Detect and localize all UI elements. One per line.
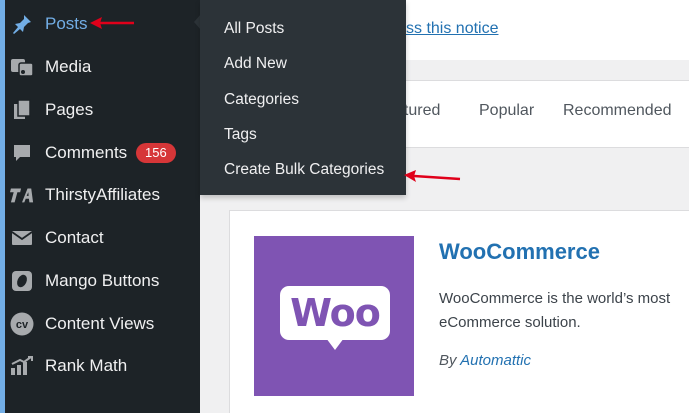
submenu-item-categories[interactable]: Categories (224, 91, 299, 109)
posts-submenu: All Posts Add New Categories Tags Create… (200, 0, 406, 195)
pages-icon (10, 98, 34, 122)
sidebar-item-label: Pages (45, 99, 94, 119)
sidebar-item-pages[interactable]: Pages (0, 88, 200, 131)
admin-sidebar: Posts Media Pages Comments 156 ThirstyAf… (0, 0, 201, 413)
content-views-icon: cv (10, 312, 34, 336)
tab-recommended[interactable]: Recommended (563, 102, 672, 120)
sidebar-item-label: Mango Buttons (45, 270, 160, 290)
dismiss-notice-link[interactable]: ss this notice (406, 20, 498, 38)
plugin-description: WooCommerce is the world’s most eCommerc… (439, 290, 671, 331)
sidebar-item-label: Media (45, 56, 92, 76)
sidebar-item-label: Posts (45, 13, 88, 33)
thirstyaffiliates-icon (10, 183, 34, 207)
author-prefix: By (439, 352, 461, 369)
mango-buttons-icon (10, 269, 34, 293)
plugin-author-link[interactable]: Automattic (460, 352, 531, 369)
woo-logo-text: Woo (290, 291, 381, 335)
svg-text:cv: cv (16, 319, 29, 331)
sidebar-item-label: ThirstyAffiliates (45, 184, 160, 204)
rank-math-icon (10, 354, 34, 378)
sidebar-item-contact[interactable]: Contact (0, 216, 200, 259)
plugin-name-link[interactable]: WooCommerce (439, 239, 600, 265)
pin-icon (10, 12, 34, 36)
woo-bubble-tail (326, 338, 344, 350)
sidebar-item-mango-buttons[interactable]: Mango Buttons (0, 259, 200, 302)
woocommerce-logo[interactable]: Woo (254, 236, 414, 396)
annotation-arrow-posts (90, 17, 134, 29)
submenu-item-tags[interactable]: Tags (224, 126, 257, 144)
woo-speech-bubble: Woo (280, 286, 390, 340)
comments-count-badge: 156 (136, 143, 176, 163)
sidebar-item-label: Content Views (45, 313, 155, 333)
plugin-author-line: By Automattic (439, 352, 531, 369)
tab-popular[interactable]: Popular (479, 102, 534, 120)
submenu-item-add-new[interactable]: Add New (224, 55, 287, 73)
sidebar-item-label: Comments (45, 142, 128, 162)
sidebar-item-rank-math[interactable]: Rank Math (0, 344, 200, 387)
sidebar-item-label: Rank Math (45, 355, 128, 375)
sidebar-item-thirstyaffiliates[interactable]: ThirstyAffiliates (0, 173, 200, 216)
submenu-item-all-posts[interactable]: All Posts (224, 20, 284, 38)
sidebar-item-media[interactable]: Media (0, 45, 200, 88)
sidebar-item-content-views[interactable]: cv Content Views (0, 302, 200, 345)
sidebar-item-comments[interactable]: Comments 156 (0, 131, 200, 174)
contact-icon (10, 226, 34, 250)
annotation-arrow-bulk-categories (404, 170, 461, 182)
submenu-item-create-bulk-categories[interactable]: Create Bulk Categories (224, 161, 384, 179)
sidebar-item-label: Contact (45, 227, 104, 247)
media-icon (10, 55, 34, 79)
comments-icon (10, 141, 34, 165)
